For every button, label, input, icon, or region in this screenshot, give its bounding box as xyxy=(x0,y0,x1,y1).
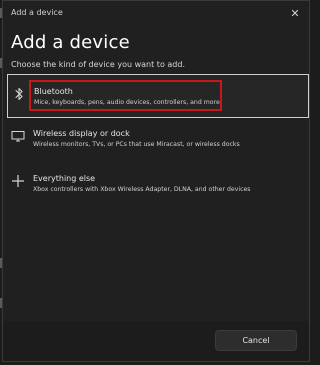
dialog-titlebar: Add a device ✕ xyxy=(3,1,309,27)
close-icon: ✕ xyxy=(290,6,300,20)
option-bluetooth[interactable]: Bluetooth Mice, keyboards, pens, audio d… xyxy=(7,74,309,118)
add-device-dialog: Add a device ✕ Add a device Choose the k… xyxy=(2,0,310,362)
page-subtitle: Choose the kind of device you want to ad… xyxy=(11,60,185,69)
option-description: Wireless monitors, TVs, or PCs that use … xyxy=(33,141,240,148)
annotation-highlight-box xyxy=(29,80,222,111)
window-title: Add a device xyxy=(11,8,63,17)
option-label: Everything else xyxy=(33,174,96,183)
plus-icon xyxy=(11,174,25,188)
dialog-footer: Cancel xyxy=(3,321,309,361)
option-wireless-display[interactable]: Wireless display or dock Wireless monito… xyxy=(7,125,309,155)
option-everything-else[interactable]: Everything else Xbox controllers with Xb… xyxy=(7,170,309,200)
option-label: Wireless display or dock xyxy=(33,129,130,138)
page-title: Add a device xyxy=(11,32,130,53)
monitor-icon xyxy=(11,129,25,143)
cancel-button[interactable]: Cancel xyxy=(215,330,297,351)
option-description: Xbox controllers with Xbox Wireless Adap… xyxy=(33,186,251,193)
close-button[interactable]: ✕ xyxy=(287,5,303,21)
bluetooth-icon xyxy=(12,87,26,101)
